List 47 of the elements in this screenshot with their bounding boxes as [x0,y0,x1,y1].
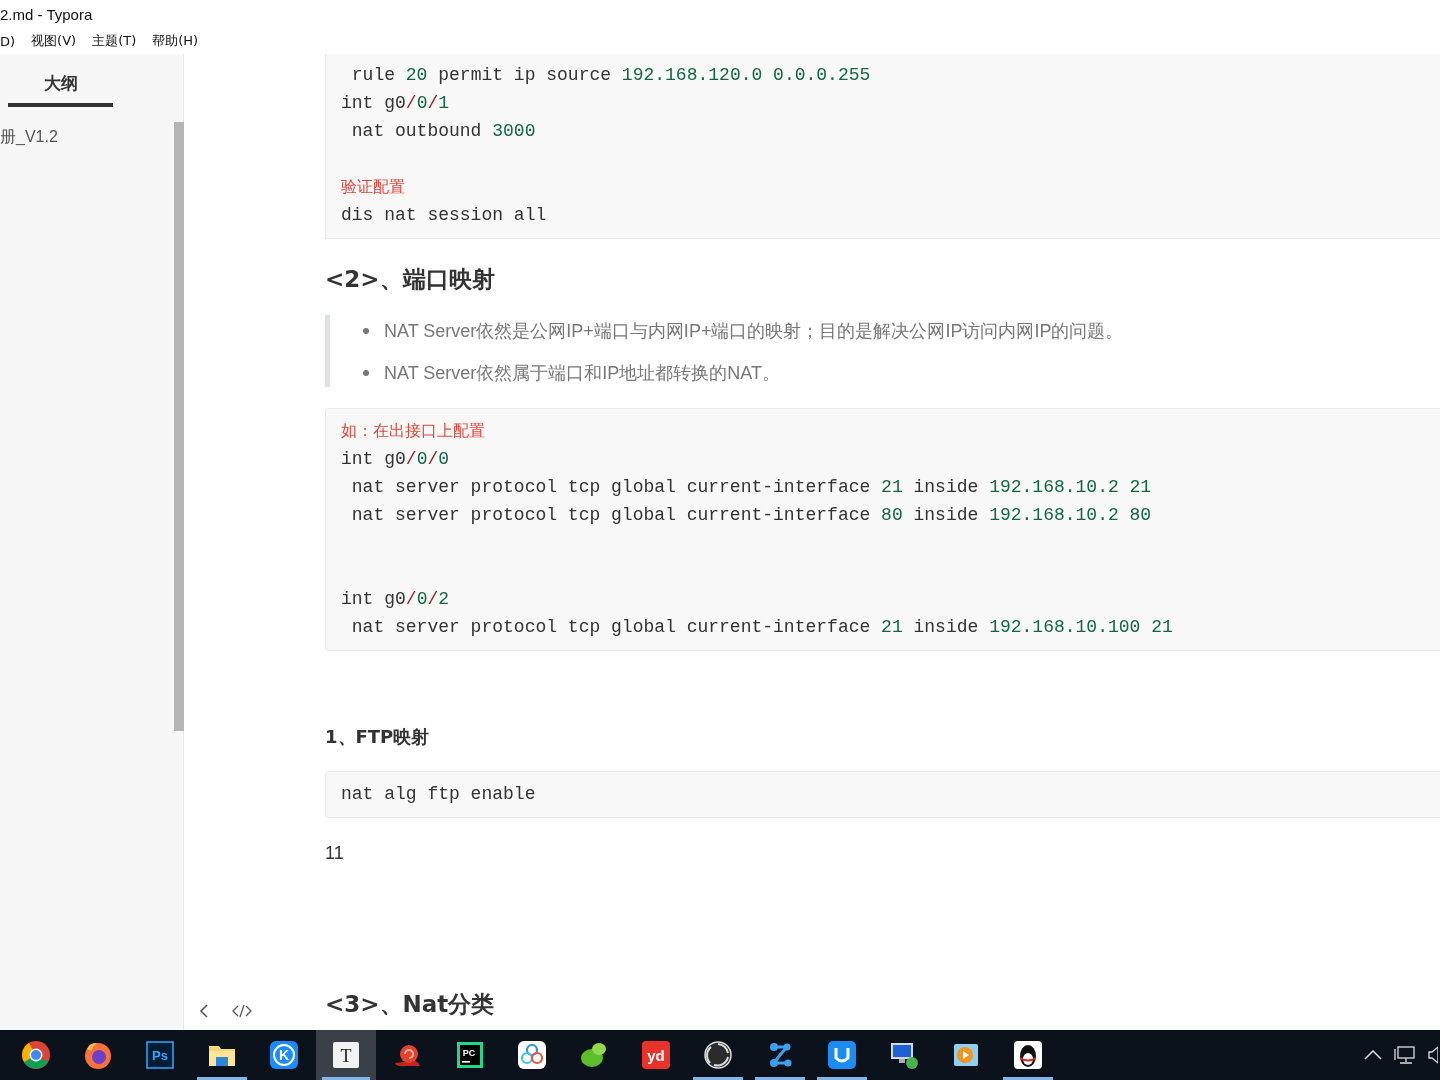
taskbar-button[interactable]: T [316,1030,376,1080]
code-comment: 如：在出接口上配置 [341,421,486,441]
menu-item[interactable]: D) [0,33,16,49]
section-heading: <3>、Nat分类 [325,990,496,1019]
list-item-text: NAT Server依然属于端口和IP地址都转换的NAT。 [384,362,781,385]
shield-app-icon [826,1039,858,1071]
photo-app-icon: Ps [144,1039,176,1071]
dictionary-app-icon: yd [640,1039,672,1071]
outline-tab[interactable]: 大纲 [8,72,113,107]
taskbar-button[interactable]: yd [625,1030,687,1080]
cloud-icon [516,1039,548,1071]
code-line: nat alg ftp enable [341,783,537,806]
list-item-text: NAT Server依然是公网IP+端口与内网IP+端口的映射；目的是解决公网IP访问内网IP的问题。 [384,320,1124,343]
editor-app-icon: T [330,1039,362,1071]
outline-item[interactable]: 册_V1.2 [0,127,58,148]
window-title: 2.md - Typora [0,5,93,23]
bullet-icon [363,328,369,334]
paragraph: 11 [325,842,345,865]
code-icon[interactable] [232,1004,252,1018]
menu-item[interactable]: 帮助(H) [152,32,199,50]
code-line: int g0/0/2 [341,588,451,611]
menu-item[interactable]: 视图(V) [31,32,77,50]
ide-app-icon: PC [454,1039,486,1071]
scrollbar-thumb[interactable] [174,122,184,731]
code-line: nat outbound 3000 [350,120,537,143]
speaker-icon[interactable] [1428,1046,1438,1064]
subsection-heading: 1、FTP映射 [325,725,431,749]
section-heading: <2>、端口映射 [325,265,496,294]
code-line: dis nat session all [341,204,548,227]
code-line: int g0/0/1 [341,92,451,115]
network-icon[interactable] [1394,1045,1416,1065]
menu-item[interactable]: 主题(T) [92,32,137,50]
browser-icon [20,1039,52,1071]
chevron-up-icon[interactable] [1364,1050,1382,1060]
code-line: int g0/0/0 [341,448,451,471]
chevron-left-icon[interactable] [199,1004,209,1018]
code-line: nat server protocol tcp global current-interface 21 inside 192.168.10.2 21 [350,476,1153,499]
taskbar-button[interactable]: Ps [129,1030,191,1080]
taskbar-button[interactable]: PC [439,1030,501,1080]
bullet-icon [363,370,369,376]
penguin-icon [1012,1039,1044,1071]
code-line: nat server protocol tcp global current-interface 21 inside 192.168.10.100 21 [350,616,1174,639]
code-comment: 验证配置 [341,177,406,197]
code-line: rule 20 permit ip source 192.168.120.0 0.0.0.255 [350,64,872,87]
aperture-icon [702,1039,734,1071]
code-line: nat server protocol tcp global current-interface 80 inside 192.168.10.2 80 [350,504,1153,527]
music-app-icon: K [268,1039,300,1071]
